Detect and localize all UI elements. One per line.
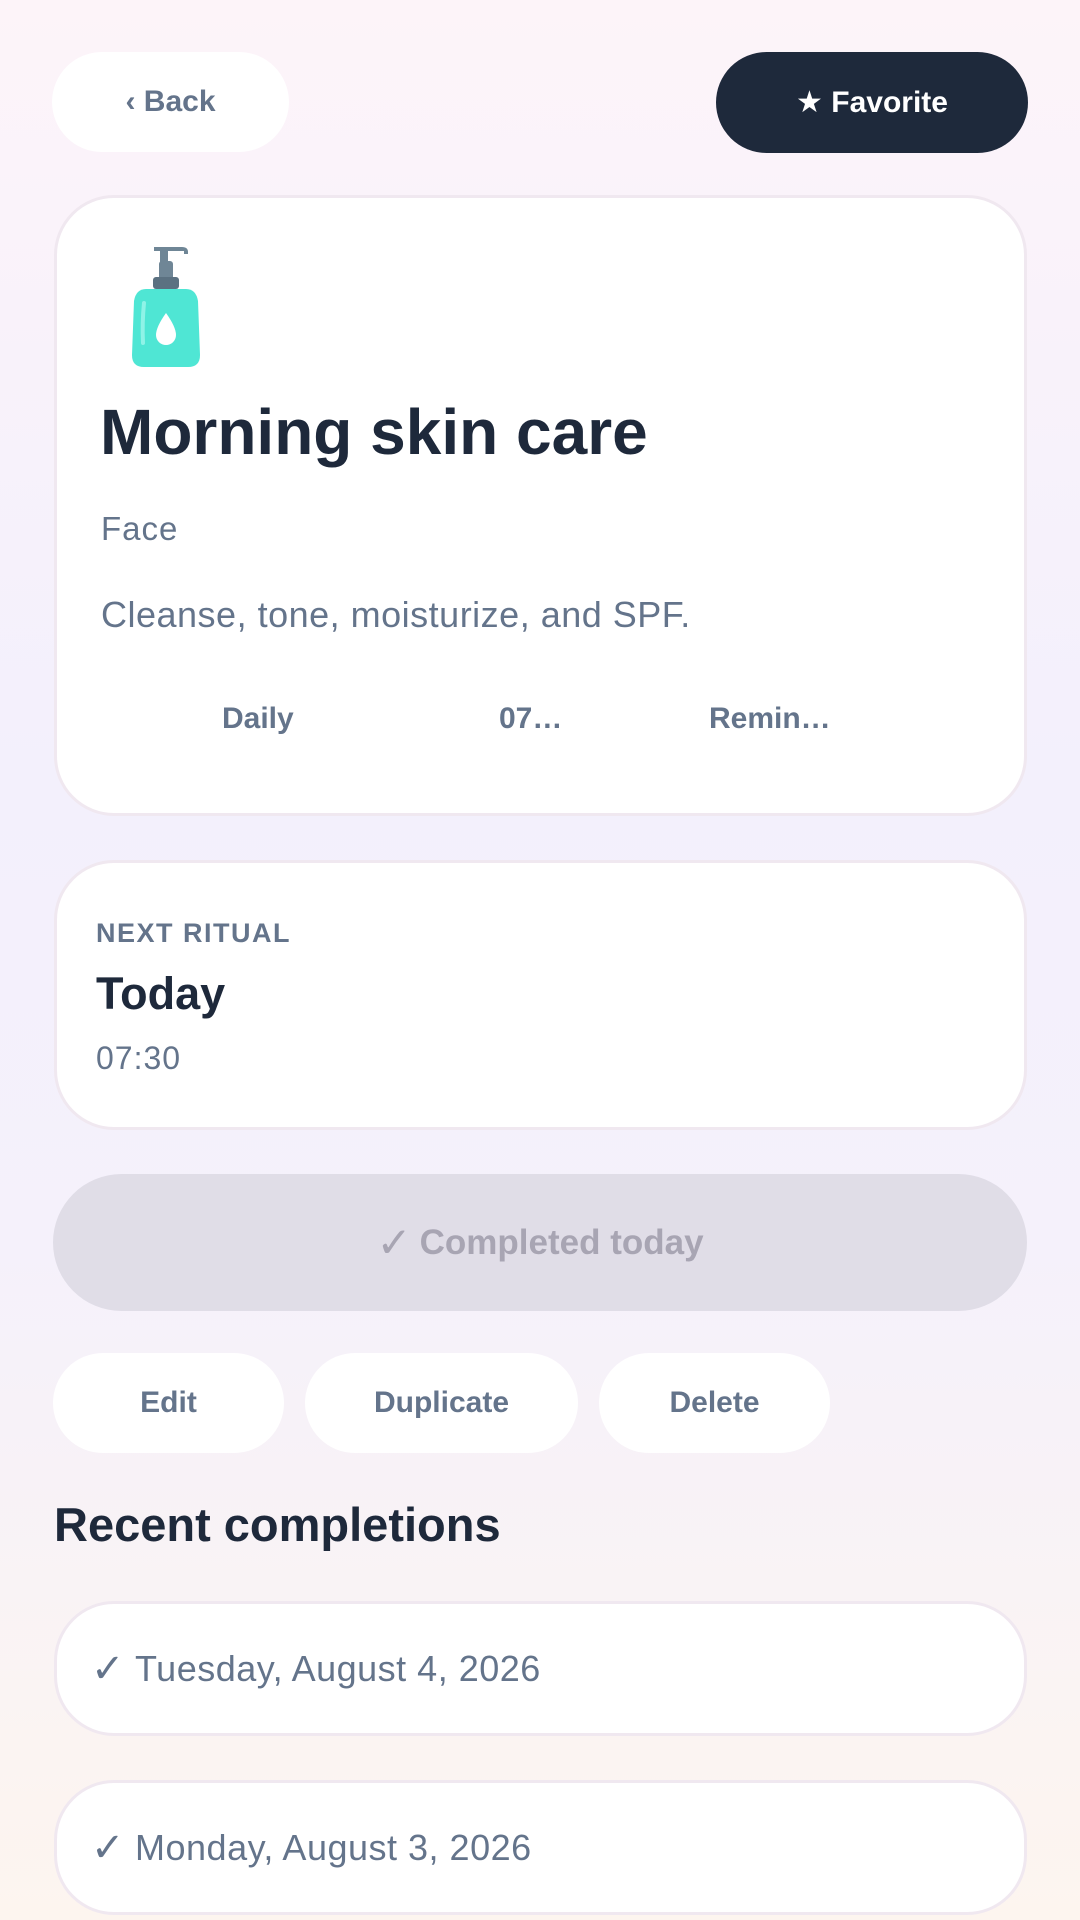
list-item: ✓ Tuesday, August 4, 2026 xyxy=(54,1601,1027,1736)
completed-today-label: Completed today xyxy=(419,1222,704,1262)
completion-date: Monday, August 3, 2026 xyxy=(135,1826,532,1868)
back-button[interactable]: ‹ Back xyxy=(52,52,289,152)
completion-date: Tuesday, August 4, 2026 xyxy=(135,1647,541,1689)
next-ritual-day: Today xyxy=(96,968,226,1019)
check-icon: ✓ xyxy=(91,1825,126,1870)
routine-description: Cleanse, tone, moisturize, and SPF. xyxy=(101,594,691,635)
frequency-label: Daily xyxy=(222,702,294,735)
check-icon: ✓ xyxy=(376,1219,412,1266)
next-ritual-label: NEXT RITUAL xyxy=(96,918,291,948)
duplicate-button[interactable]: Duplicate xyxy=(305,1353,578,1453)
list-item: ✓ Monday, August 3, 2026 xyxy=(54,1780,1027,1915)
completed-today-button[interactable]: ✓ Completed today xyxy=(53,1174,1027,1311)
check-icon: ✓ xyxy=(91,1646,126,1691)
next-ritual-time: 07:30 xyxy=(96,1040,182,1076)
recent-completions-title: Recent completions xyxy=(54,1498,501,1551)
favorite-button[interactable]: ★ Favorite xyxy=(716,52,1028,153)
routine-title: Morning skin care xyxy=(100,396,648,468)
edit-button[interactable]: Edit xyxy=(53,1353,284,1453)
routine-category: Face xyxy=(101,510,179,547)
reminder-label: Remin… xyxy=(709,702,831,735)
time-label: 07… xyxy=(499,702,563,735)
delete-button[interactable]: Delete xyxy=(599,1353,830,1453)
lotion-bottle-icon xyxy=(132,247,200,367)
